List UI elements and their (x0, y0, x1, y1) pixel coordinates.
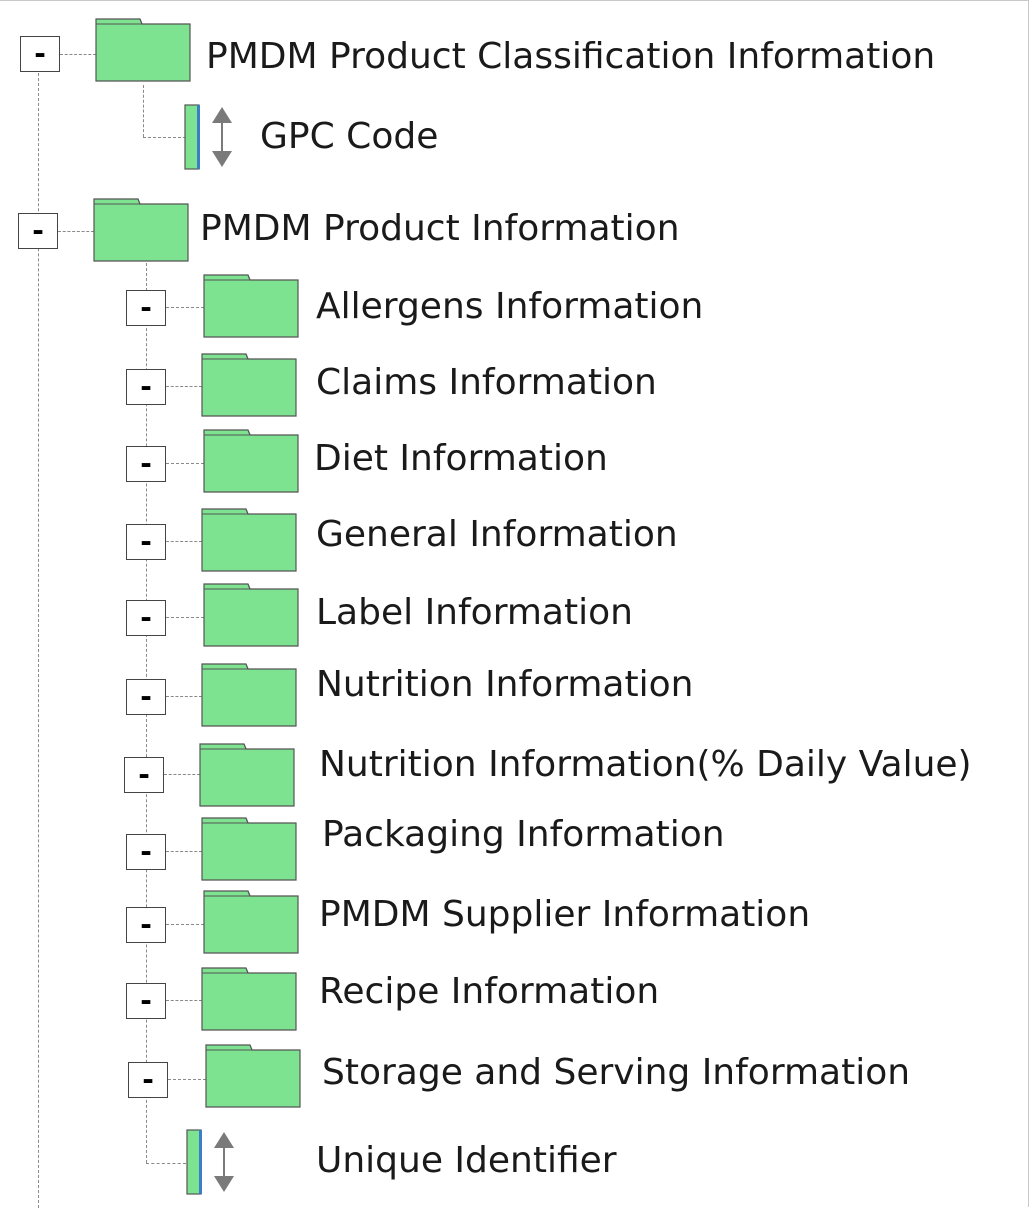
folder-icon (203, 583, 299, 647)
collapse-toggle[interactable]: - (124, 757, 164, 793)
folder-icon (201, 663, 297, 727)
connector (166, 307, 204, 308)
collapse-toggle[interactable]: - (126, 834, 166, 870)
attribute-icon (186, 1128, 238, 1196)
node-label[interactable]: Nutrition Information(% Daily Value) (319, 743, 972, 787)
connector (164, 774, 200, 775)
connector (166, 541, 202, 542)
folder-icon (201, 508, 297, 572)
collapse-toggle[interactable]: - (128, 1062, 168, 1098)
node-label[interactable]: PMDM Product Classification Information (206, 35, 935, 79)
folder-icon (201, 817, 297, 881)
node-label[interactable]: Recipe Information (319, 970, 659, 1014)
folder-icon (201, 353, 297, 417)
connector (60, 54, 96, 55)
node-label[interactable]: GPC Code (260, 115, 438, 159)
connector (166, 696, 202, 697)
node-label[interactable]: Storage and Serving Information (322, 1051, 910, 1095)
connector (168, 1079, 206, 1080)
node-label[interactable]: PMDM Supplier Information (319, 893, 810, 937)
collapse-toggle[interactable]: - (126, 983, 166, 1019)
node-label[interactable]: Diet Information (314, 437, 608, 481)
folder-icon (203, 890, 299, 954)
folder-icon (201, 967, 297, 1031)
connector (166, 463, 204, 464)
connector (143, 85, 144, 137)
collapse-toggle[interactable]: - (126, 600, 166, 636)
collapse-toggle[interactable]: - (126, 446, 166, 482)
folder-icon (203, 274, 299, 338)
tree-panel: - PMDM Product Classification Informatio… (0, 0, 1029, 1208)
connector (166, 386, 202, 387)
node-label[interactable]: Packaging Information (322, 813, 725, 857)
collapse-toggle[interactable]: - (126, 369, 166, 405)
connector (166, 617, 204, 618)
connector (146, 1163, 186, 1164)
node-label[interactable]: PMDM Product Information (200, 207, 680, 251)
collapse-toggle[interactable]: - (126, 524, 166, 560)
collapse-toggle[interactable]: - (126, 679, 166, 715)
node-label[interactable]: Nutrition Information (316, 663, 693, 707)
folder-icon (205, 1044, 301, 1108)
folder-icon (199, 743, 295, 807)
attribute-icon (184, 103, 236, 171)
connector (166, 851, 202, 852)
collapse-toggle[interactable]: - (126, 907, 166, 943)
collapse-toggle[interactable]: - (20, 36, 60, 72)
node-label[interactable]: Claims Information (316, 361, 657, 405)
connector (166, 924, 204, 925)
connector (58, 231, 94, 232)
connector (143, 137, 186, 138)
node-label[interactable]: General Information (316, 513, 678, 557)
node-label[interactable]: Label Information (316, 591, 633, 635)
folder-icon (203, 429, 299, 493)
folder-icon (95, 18, 191, 82)
connector (166, 1000, 202, 1001)
folder-icon (93, 198, 189, 262)
collapse-toggle[interactable]: - (126, 290, 166, 326)
node-label[interactable]: Unique Identifier (316, 1139, 617, 1183)
collapse-toggle[interactable]: - (18, 213, 58, 249)
node-label[interactable]: Allergens Information (316, 285, 703, 329)
